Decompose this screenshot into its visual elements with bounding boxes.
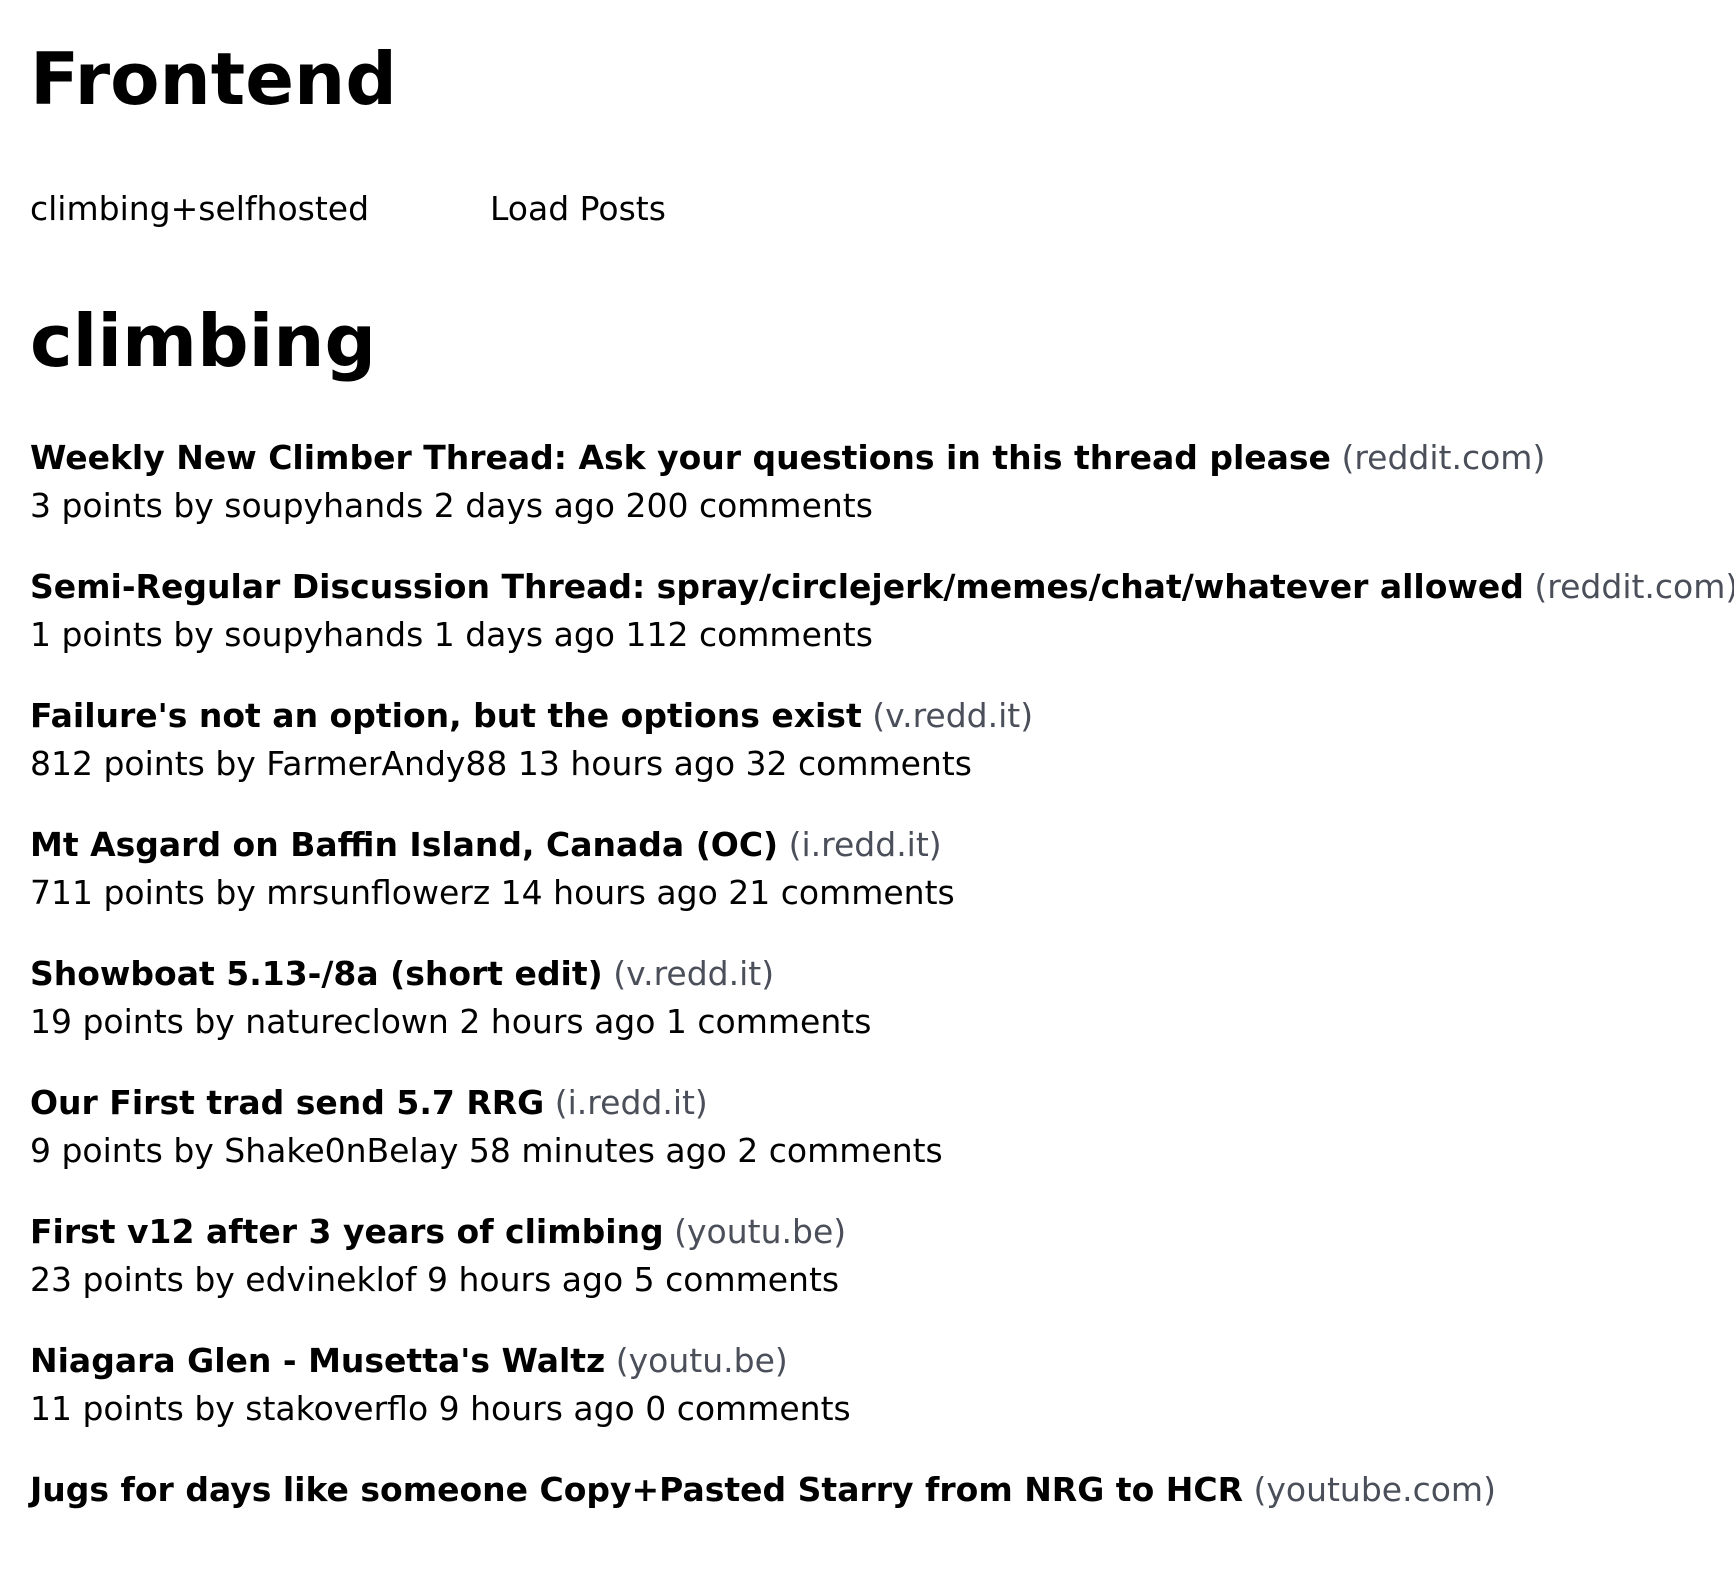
post-title-link[interactable]: Our First trad send 5.7 RRG xyxy=(30,1083,544,1122)
post-title-line: First v12 after 3 years of climbing (you… xyxy=(30,1208,1734,1256)
post-meta: 9 points by Shake0nBelay 58 minutes ago … xyxy=(30,1131,943,1170)
post-meta: 812 points by FarmerAndy88 13 hours ago … xyxy=(30,744,972,783)
post-domain: (i.redd.it) xyxy=(554,1083,708,1122)
post-domain: (v.redd.it) xyxy=(613,954,775,993)
post-title-link[interactable]: Niagara Glen - Musetta's Waltz xyxy=(30,1341,605,1380)
post-domain: (reddit.com) xyxy=(1341,438,1546,477)
post-domain: (reddit.com) xyxy=(1534,567,1734,606)
load-posts-button[interactable]: Load Posts xyxy=(490,186,666,230)
post-title-line: Mt Asgard on Baffin Island, Canada (OC) … xyxy=(30,821,1734,869)
post-title-line: Semi-Regular Discussion Thread: spray/ci… xyxy=(30,563,1734,611)
page: Frontend Load Posts climbing Weekly New … xyxy=(0,0,1734,1514)
post-meta: 11 points by stakoverflo 9 hours ago 0 c… xyxy=(30,1389,851,1428)
controls-bar: Load Posts xyxy=(30,186,1734,230)
post-title-link[interactable]: First v12 after 3 years of climbing xyxy=(30,1212,664,1251)
post-item: Showboat 5.13-/8a (short edit) (v.redd.i… xyxy=(30,950,1734,1079)
post-item: Semi-Regular Discussion Thread: spray/ci… xyxy=(30,563,1734,692)
section-title: climbing xyxy=(30,299,377,383)
post-title-line: Showboat 5.13-/8a (short edit) (v.redd.i… xyxy=(30,950,1734,998)
post-title-line: Failure's not an option, but the options… xyxy=(30,692,1734,740)
post-title-line: Niagara Glen - Musetta's Waltz (youtu.be… xyxy=(30,1337,1734,1385)
post-list: Weekly New Climber Thread: Ask your ques… xyxy=(30,434,1734,1595)
post-meta: 1 points by soupyhands 1 days ago 112 co… xyxy=(30,615,873,654)
post-domain: (v.redd.it) xyxy=(872,696,1034,735)
post-meta: 19 points by natureclown 2 hours ago 1 c… xyxy=(30,1002,872,1041)
post-domain: (youtu.be) xyxy=(674,1212,847,1251)
post-title-link[interactable]: Weekly New Climber Thread: Ask your ques… xyxy=(30,438,1331,477)
post-domain: (youtu.be) xyxy=(615,1341,788,1380)
app-title: Frontend xyxy=(30,37,397,121)
post-item: Jugs for days like someone Copy+Pasted S… xyxy=(30,1466,1734,1595)
post-title-link[interactable]: Semi-Regular Discussion Thread: spray/ci… xyxy=(30,567,1524,606)
post-meta: 3 points by soupyhands 2 days ago 200 co… xyxy=(30,486,873,525)
post-title-line: Weekly New Climber Thread: Ask your ques… xyxy=(30,434,1734,482)
post-item: Mt Asgard on Baffin Island, Canada (OC) … xyxy=(30,821,1734,950)
post-title-link[interactable]: Showboat 5.13-/8a (short edit) xyxy=(30,954,603,993)
post-item: Failure's not an option, but the options… xyxy=(30,692,1734,821)
subreddit-input[interactable] xyxy=(30,186,460,230)
post-title-link[interactable]: Mt Asgard on Baffin Island, Canada (OC) xyxy=(30,825,778,864)
post-item: Our First trad send 5.7 RRG (i.redd.it) … xyxy=(30,1079,1734,1208)
post-meta: 711 points by mrsunflowerz 14 hours ago … xyxy=(30,873,955,912)
post-item: First v12 after 3 years of climbing (you… xyxy=(30,1208,1734,1337)
post-title-link[interactable]: Failure's not an option, but the options… xyxy=(30,696,862,735)
post-item: Weekly New Climber Thread: Ask your ques… xyxy=(30,434,1734,563)
post-meta: 23 points by edvineklof 9 hours ago 5 co… xyxy=(30,1260,840,1299)
post-title-link[interactable]: Jugs for days like someone Copy+Pasted S… xyxy=(30,1470,1243,1509)
post-domain: (youtube.com) xyxy=(1253,1470,1496,1509)
post-title-line: Our First trad send 5.7 RRG (i.redd.it) xyxy=(30,1079,1734,1127)
post-title-line: Jugs for days like someone Copy+Pasted S… xyxy=(30,1466,1734,1514)
post-domain: (i.redd.it) xyxy=(788,825,942,864)
post-item: Niagara Glen - Musetta's Waltz (youtu.be… xyxy=(30,1337,1734,1466)
